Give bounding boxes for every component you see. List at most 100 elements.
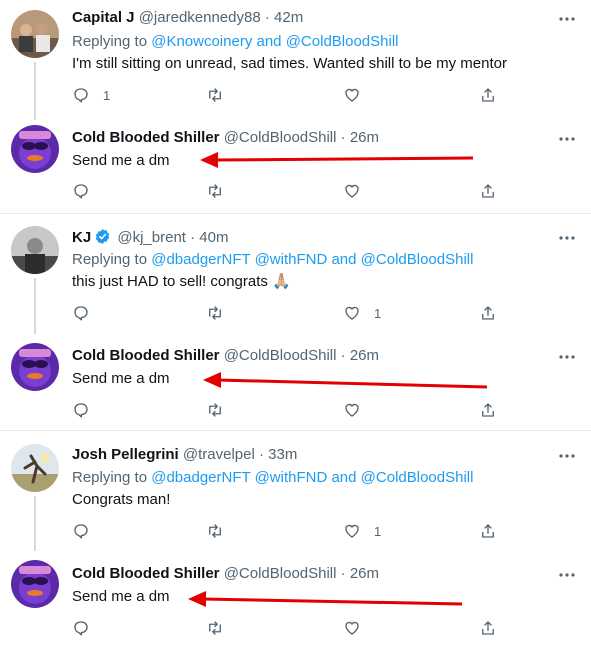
tweet-kj[interactable]: KJ @kj_brent · 40m Replying to @dbadgerN… xyxy=(0,214,591,334)
handle[interactable]: @jaredkennedy88 xyxy=(139,9,261,26)
timestamp[interactable]: 33m xyxy=(268,446,297,463)
display-name[interactable]: Josh Pellegrini xyxy=(72,446,179,463)
tweet-text: I'm still sitting on unread, sad times. … xyxy=(72,55,507,72)
thread-line xyxy=(34,278,36,334)
mention-link[interactable]: @ColdBloodShill xyxy=(361,469,474,486)
share-button[interactable] xyxy=(479,303,497,323)
tweet-actions xyxy=(72,181,512,201)
reply-button[interactable] xyxy=(72,181,103,201)
mention-link[interactable]: @withFND xyxy=(255,251,328,268)
tweet-header: Josh Pellegrini @travelpel · 33m xyxy=(72,446,297,464)
share-icon xyxy=(482,184,494,198)
avatar[interactable] xyxy=(11,125,59,173)
share-button[interactable] xyxy=(479,181,497,201)
reply-button[interactable] xyxy=(72,618,103,638)
share-icon xyxy=(482,524,494,538)
handle[interactable]: @ColdBloodShill xyxy=(224,565,337,582)
like-count: 1 xyxy=(374,523,382,539)
more-options-icon[interactable] xyxy=(557,228,577,248)
tweet-text: Send me a dm xyxy=(72,588,170,605)
retweet-button[interactable] xyxy=(206,618,224,638)
avatar[interactable] xyxy=(11,226,59,274)
tweet-text: Send me a dm xyxy=(72,152,170,169)
retweet-icon xyxy=(209,184,221,198)
mention-link[interactable]: @Knowcoinery xyxy=(151,33,252,50)
mention-link[interactable]: @dbadgerNFT xyxy=(151,469,250,486)
reply-icon xyxy=(74,524,88,539)
share-button[interactable] xyxy=(479,521,497,541)
retweet-button[interactable] xyxy=(206,400,224,420)
tweet-cold-blooded-shiller[interactable]: Cold Blooded Shiller @ColdBloodShill · 2… xyxy=(0,551,591,647)
reply-button[interactable]: 1 xyxy=(72,85,110,105)
timestamp[interactable]: 26m xyxy=(350,565,379,582)
display-name[interactable]: KJ xyxy=(72,229,91,246)
avatar[interactable] xyxy=(11,444,59,492)
tweet-feed: Capital J @jaredkennedy88 · 42m Replying… xyxy=(0,0,591,647)
reply-button[interactable] xyxy=(72,400,103,420)
display-name[interactable]: Cold Blooded Shiller xyxy=(72,129,220,146)
replying-to-label: Replying to xyxy=(72,469,152,486)
timestamp[interactable]: 26m xyxy=(350,129,379,146)
more-options-icon[interactable] xyxy=(557,347,577,367)
like-button[interactable]: 1 xyxy=(343,521,381,541)
tweet-header: Cold Blooded Shiller @ColdBloodShill · 2… xyxy=(72,565,379,583)
like-button[interactable] xyxy=(343,181,374,201)
handle[interactable]: @ColdBloodShill xyxy=(224,129,337,146)
mention-link[interactable]: @withFND xyxy=(255,469,328,486)
timestamp[interactable]: 40m xyxy=(199,229,228,246)
replying-to: Replying to @dbadgerNFT @withFND and @Co… xyxy=(72,469,473,487)
share-button[interactable] xyxy=(479,618,497,638)
display-name[interactable]: Cold Blooded Shiller xyxy=(72,565,220,582)
display-name[interactable]: Cold Blooded Shiller xyxy=(72,347,220,364)
like-button[interactable] xyxy=(343,85,374,105)
tweet-text: this just HAD to sell! congrats 🙏🏼 xyxy=(72,273,291,290)
tweet-header: Cold Blooded Shiller @ColdBloodShill · 2… xyxy=(72,347,379,365)
more-options-icon[interactable] xyxy=(557,565,577,585)
retweet-icon xyxy=(209,88,221,102)
more-options-icon[interactable] xyxy=(557,129,577,149)
share-icon xyxy=(482,621,494,635)
avatar[interactable] xyxy=(11,560,59,608)
heart-icon xyxy=(345,524,359,538)
handle[interactable]: @ColdBloodShill xyxy=(224,347,337,364)
more-options-icon[interactable] xyxy=(557,9,577,29)
heart-icon xyxy=(345,184,359,198)
mention-link[interactable]: @ColdBloodShill xyxy=(286,33,399,50)
retweet-button[interactable] xyxy=(206,521,224,541)
retweet-button[interactable] xyxy=(206,181,224,201)
avatar[interactable] xyxy=(11,343,59,391)
tweet-text: Send me a dm xyxy=(72,370,170,387)
reply-icon xyxy=(74,621,88,636)
tweet-cold-blooded-shiller[interactable]: Cold Blooded Shiller @ColdBloodShill · 2… xyxy=(0,120,591,213)
handle[interactable]: @travelpel xyxy=(183,446,255,463)
retweet-button[interactable] xyxy=(206,303,224,323)
like-button[interactable]: 1 xyxy=(343,303,381,323)
like-button[interactable] xyxy=(343,618,374,638)
replying-to: Replying to @dbadgerNFT @withFND and @Co… xyxy=(72,251,473,269)
avatar[interactable] xyxy=(11,10,59,58)
retweet-button[interactable] xyxy=(206,85,224,105)
share-button[interactable] xyxy=(479,85,497,105)
verified-badge-icon xyxy=(94,228,111,250)
tweet-actions xyxy=(72,618,512,638)
timestamp[interactable]: 42m xyxy=(274,9,303,26)
timestamp[interactable]: 26m xyxy=(350,347,379,364)
more-options-icon[interactable] xyxy=(557,446,577,466)
handle[interactable]: @kj_brent xyxy=(117,229,186,246)
like-button[interactable] xyxy=(343,400,374,420)
like-count: 1 xyxy=(374,305,382,321)
reply-icon xyxy=(74,306,88,321)
tweet-actions xyxy=(72,400,512,420)
tweet-josh-pellegrini[interactable]: Josh Pellegrini @travelpel · 33m Replyin… xyxy=(0,431,591,551)
retweet-icon xyxy=(209,403,221,417)
separator-dot: · xyxy=(340,347,346,364)
reply-button[interactable] xyxy=(72,521,103,541)
tweet-capital-j[interactable]: Capital J @jaredkennedy88 · 42m Replying… xyxy=(0,0,591,120)
mention-link[interactable]: @dbadgerNFT xyxy=(151,251,250,268)
share-button[interactable] xyxy=(479,400,497,420)
mention-link[interactable]: @ColdBloodShill xyxy=(361,251,474,268)
reply-button[interactable] xyxy=(72,303,103,323)
display-name[interactable]: Capital J xyxy=(72,9,135,26)
tweet-cold-blooded-shiller[interactable]: Cold Blooded Shiller @ColdBloodShill · 2… xyxy=(0,334,591,430)
mention-join: and xyxy=(327,469,361,486)
